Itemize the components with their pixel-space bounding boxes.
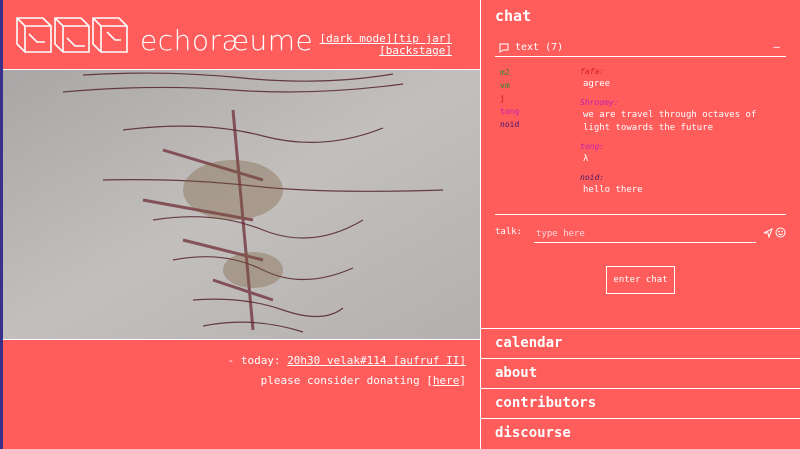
calendar-section[interactable]: calendar xyxy=(481,328,800,358)
about-section[interactable]: about xyxy=(481,358,800,388)
donate-bracket-close: ] xyxy=(459,374,466,387)
site-header: echoræume [dark mode][tip jar] [backstag… xyxy=(3,0,480,70)
talk-label: talk: xyxy=(495,227,523,237)
contributors-label: contributors xyxy=(495,395,597,411)
send-icon[interactable] xyxy=(763,228,773,238)
chat-user[interactable]: m2 xyxy=(500,66,519,79)
today-event-link[interactable]: 20h30 velak#114 [aufruf II] xyxy=(287,354,466,367)
donate-bracket-open: [ xyxy=(426,374,433,387)
chat-user[interactable]: tong xyxy=(500,105,519,118)
site-title[interactable]: echoræume xyxy=(140,24,313,57)
video-frame xyxy=(3,70,480,339)
message-author: noid: xyxy=(580,173,605,182)
about-label: about xyxy=(495,365,538,381)
message-text: hello there xyxy=(583,185,643,195)
message-list: fafa: agree Shroomy: we are travel through … xyxy=(580,66,785,203)
today-prefix: - today: xyxy=(227,354,281,367)
schedule-area: - today: 20h30 velak#114 [aufruf II] ple… xyxy=(3,339,480,387)
talk-input[interactable] xyxy=(534,225,756,243)
left-pane: echoræume [dark mode][tip jar] [backstag… xyxy=(3,0,480,449)
chat-user[interactable]: noid xyxy=(500,118,519,131)
user-list: m2 vm j tong noid xyxy=(500,66,519,131)
donate-text: please consider donating xyxy=(260,374,420,387)
donate-line: please consider donating [here] xyxy=(261,374,466,387)
video-stream[interactable] xyxy=(3,70,480,339)
discourse-label: discourse xyxy=(495,425,571,441)
right-pane: chat text (7) — m2 vm j tong noid fafa: agree… xyxy=(481,0,800,449)
message-text: λ xyxy=(583,154,589,164)
message-text: we are travel through octaves of light t… xyxy=(583,110,757,133)
chat-divider xyxy=(495,214,786,215)
header-links: [dark mode][tip jar] [backstage] xyxy=(320,33,452,57)
message-author: fafa: xyxy=(580,67,605,76)
logo-icon[interactable] xyxy=(15,12,131,58)
message-text: agree xyxy=(583,79,611,89)
contributors-section[interactable]: contributors xyxy=(481,388,800,418)
chat-user[interactable]: vm xyxy=(500,79,519,92)
enter-chat-button[interactable]: enter chat xyxy=(606,266,675,294)
calendar-label: calendar xyxy=(495,335,563,351)
chat-title[interactable]: chat xyxy=(495,7,531,25)
chat-text-tab[interactable]: text (7) — xyxy=(495,40,786,57)
message-author: tong: xyxy=(580,142,605,151)
message-author: Shroomy: xyxy=(580,98,619,107)
donate-link[interactable]: here xyxy=(433,374,460,387)
chat-tab-label: text (7) xyxy=(515,42,564,53)
chat-user[interactable]: j xyxy=(500,92,519,105)
backstage-link[interactable]: [backstage] xyxy=(379,44,452,57)
today-line: - today: 20h30 velak#114 [aufruf II] xyxy=(228,354,466,367)
chat-bubble-icon xyxy=(499,43,509,53)
discourse-section[interactable]: discourse xyxy=(481,418,800,448)
collapse-button[interactable]: — xyxy=(773,40,780,53)
emoji-icon[interactable] xyxy=(775,227,786,238)
